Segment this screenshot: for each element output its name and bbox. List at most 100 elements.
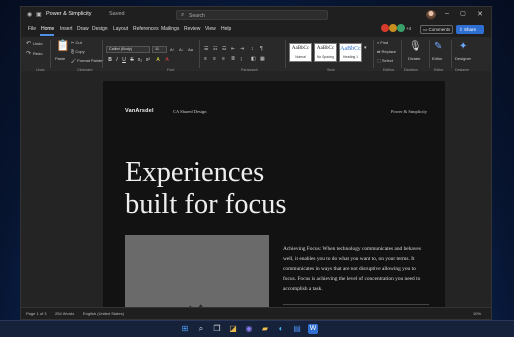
format-painter-button[interactable]: 🖌 Format Painter [71,58,104,63]
tab-design[interactable]: Design [92,26,108,32]
editor-icon[interactable]: ✎ [434,41,442,52]
numbering-icon[interactable]: ☷ [213,46,217,52]
divider [451,40,452,68]
dictate-label[interactable]: Dictate [408,56,420,61]
document-canvas[interactable]: VanArsdel CA Shared Design Power & Simpl… [21,71,491,311]
tab-file[interactable]: File [28,26,36,32]
replace-button[interactable]: ⇄ Replace [377,49,396,54]
search-box[interactable]: ⌕ Search [176,10,328,20]
multilevel-list-icon[interactable]: ☲ [222,46,226,52]
font-name-select[interactable]: Calibri (Body) [106,46,150,53]
tab-layout[interactable]: Layout [113,26,128,32]
page-count[interactable]: Page 1 of 3 [26,311,46,316]
maximize-icon[interactable]: ▢ [457,10,469,17]
comments-button[interactable]: ▭ Comments [420,25,453,34]
chat-icon[interactable]: ◉ [244,324,254,334]
collaborator-avatar[interactable] [381,24,389,32]
divider [429,40,430,68]
grow-font-icon[interactable]: A↑ [170,47,175,52]
minimize-icon[interactable]: – [441,10,453,17]
styles-expand-icon[interactable]: ▾ [364,45,367,51]
superscript-button[interactable]: x² [145,57,151,63]
document-image[interactable] [125,235,269,311]
undo-icon[interactable]: ↶ [26,40,31,47]
tab-mailings[interactable]: Mailings [161,26,179,32]
task-view-icon[interactable]: ❐ [212,324,222,334]
paste-icon[interactable]: 📋 [56,39,70,52]
shrink-font-icon[interactable]: A↓ [179,47,184,52]
search-icon[interactable]: ⌕ [196,324,206,334]
highlight-button[interactable]: A [155,57,161,63]
collaborator-avatar[interactable] [397,24,405,32]
comments-label: Comments [428,27,451,32]
align-right-icon[interactable]: ≡ [222,56,225,62]
tab-insert[interactable]: Insert [60,26,73,32]
designer-icon[interactable]: ✦ [459,41,467,52]
undo-label: Undo [33,41,43,46]
autosave-icon[interactable]: ◉ [27,11,32,18]
find-button[interactable]: ⌕ Find [377,40,388,45]
tab-view[interactable]: View [205,26,216,32]
share-icon: ⇧ [459,27,463,32]
windows-start-icon[interactable]: ⊞ [180,324,190,334]
redo-icon[interactable]: ↷ [26,50,31,57]
divider [373,40,374,68]
file-explorer-icon[interactable]: ▰ [260,324,270,334]
sort-icon[interactable]: ↕ [251,46,254,52]
document-page[interactable]: VanArsdel CA Shared Design Power & Simpl… [103,81,445,311]
widgets-icon[interactable]: ◪ [228,324,238,334]
collaborator-count[interactable]: +4 [406,26,411,31]
select-button[interactable]: ⬚ Select [377,58,393,63]
word-count[interactable]: 254 Words [55,311,74,316]
document-title: Power & Simplicity [46,11,92,17]
paste-label[interactable]: Paste [55,56,65,61]
align-center-icon[interactable]: ≡ [213,56,216,62]
style-preview: AaBbCc [340,46,361,52]
store-icon[interactable]: ▤ [292,324,302,334]
align-left-icon[interactable]: ≡ [204,56,207,62]
decrease-indent-icon[interactable]: ⇤ [231,46,235,52]
copy-button[interactable]: ⎘ Copy [71,49,85,54]
divider [199,40,200,68]
style-heading-1[interactable]: AaBbCc Heading 1 [339,43,362,62]
tab-references[interactable]: References [133,26,159,32]
designer-label[interactable]: Designer [455,56,471,61]
bold-button[interactable]: B [107,57,113,63]
style-normal[interactable]: AaBbCc Normal [289,43,312,62]
pilcrow-icon[interactable]: ¶ [260,46,263,52]
redo-label: Redo [33,51,43,56]
tab-review[interactable]: Review [184,26,200,32]
collaborator-avatar[interactable] [389,24,397,32]
tab-help[interactable]: Help [221,26,231,32]
search-icon: ⌕ [181,12,185,18]
strikethrough-button[interactable]: S [129,57,135,63]
style-no-spacing[interactable]: AaBbCc No Spacing [314,43,337,62]
tab-home[interactable]: Home [41,26,54,32]
cut-button[interactable]: ✂ Cut [71,40,82,45]
tab-draw[interactable]: Draw [77,26,89,32]
justify-icon[interactable]: ≣ [231,56,235,62]
change-case-icon[interactable]: Aa [188,47,193,52]
header-right-text: Power & Simplicity [391,109,427,114]
edge-browser-icon[interactable]: ◐ [276,324,286,334]
divider [401,40,402,68]
bullets-icon[interactable]: ☰ [204,46,208,52]
language-status[interactable]: English (United States) [83,311,124,316]
increase-indent-icon[interactable]: ⇥ [240,46,244,52]
line-spacing-icon[interactable]: ↨ [240,56,243,62]
subscript-button[interactable]: x₂ [137,57,143,63]
avatar[interactable] [426,10,436,20]
underline-button[interactable]: U [121,57,127,63]
word-taskbar-icon[interactable]: W [308,324,318,334]
shading-icon[interactable]: ◧ [251,56,256,62]
italic-button[interactable]: I [114,57,120,63]
search-placeholder: Search [189,12,205,19]
share-button[interactable]: ⇧ Share [456,25,484,34]
font-color-button[interactable]: A [164,57,170,63]
zoom-level[interactable]: 10% [473,311,481,316]
editor-label[interactable]: Editor [432,56,442,61]
font-size-select[interactable]: 11 [152,46,167,53]
microphone-icon[interactable]: 🎙 [409,41,422,52]
close-icon[interactable]: ✕ [474,10,486,18]
borders-icon[interactable]: ▦ [260,56,265,62]
